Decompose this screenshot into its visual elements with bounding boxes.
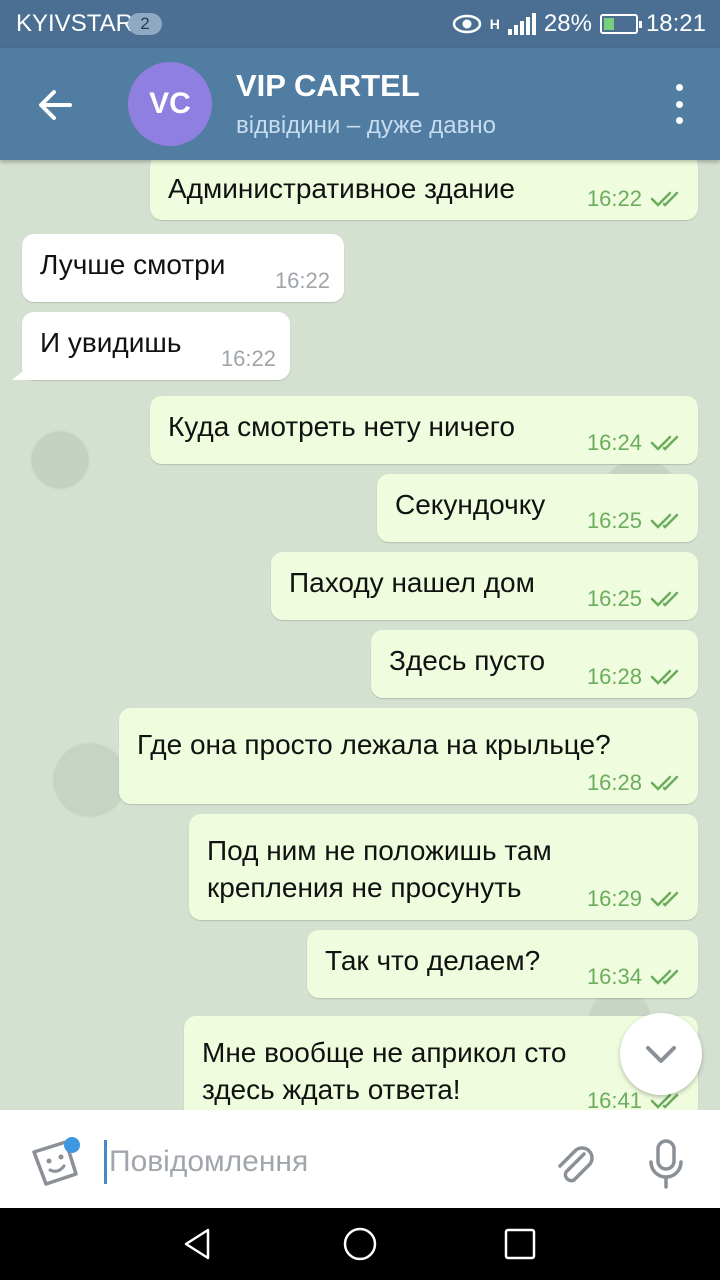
status-bar: KYIVSTAR 2 H 28% 18:21: [0, 0, 720, 48]
clock: 18:21: [645, 10, 706, 37]
double-check-icon: [650, 513, 679, 529]
system-nav-bar: [0, 1208, 720, 1280]
message-time: 16:34: [586, 964, 642, 989]
message-list[interactable]: Административное здание 16:22 Лучше смот…: [0, 160, 720, 1110]
message-time: 16:25: [586, 586, 642, 611]
double-check-icon: [650, 891, 679, 907]
message-time: 16:28: [586, 770, 642, 795]
microphone-icon[interactable]: [646, 1138, 686, 1190]
status-indicators: H 28% 18:21: [452, 10, 706, 38]
nav-recents-icon[interactable]: [502, 1226, 538, 1262]
scroll-down-button[interactable]: [620, 1013, 702, 1095]
message-bubble[interactable]: Административное здание 16:22: [150, 160, 698, 220]
message-text: Лучше смотри: [40, 249, 226, 280]
more-menu-icon[interactable]: [672, 84, 686, 124]
message-time: 16:25: [586, 508, 642, 533]
double-check-icon: [650, 969, 679, 985]
message-text: Так что делаем?: [325, 945, 541, 976]
double-check-icon: [650, 669, 679, 685]
message-text: И увидишь: [40, 327, 182, 358]
signal-icon: [507, 13, 536, 35]
message-bubble[interactable]: Секундочку 16:25: [377, 474, 698, 542]
double-check-icon: [650, 191, 679, 207]
chat-title[interactable]: VIP CARTEL: [236, 68, 420, 104]
message-bubble[interactable]: Лучше смотри 16:22: [22, 234, 344, 302]
message-text: Мне вообще не априкол сто здесь ждать от…: [202, 1037, 567, 1105]
attach-icon[interactable]: [550, 1140, 600, 1190]
message-time: 16:22: [274, 268, 330, 293]
message-text: Секундочку: [395, 489, 546, 520]
message-text: Где она просто лежала на крыльце?: [137, 729, 611, 760]
message-time: 16:22: [220, 346, 276, 371]
double-check-icon: [650, 591, 679, 607]
eye-icon: [452, 14, 482, 34]
message-time: 16:28: [586, 664, 642, 689]
message-text: Здесь пусто: [389, 645, 546, 676]
avatar[interactable]: VC: [128, 62, 212, 146]
message-bubble[interactable]: Так что делаем? 16:34: [307, 930, 698, 998]
message-text: Административное здание: [168, 173, 515, 204]
carrier-name: KYIVSTAR: [16, 10, 133, 37]
chevron-down-icon: [646, 1046, 676, 1063]
network-type: H: [489, 16, 500, 32]
message-input[interactable]: [104, 1140, 524, 1184]
message-bubble[interactable]: Паходу нашел дом 16:25: [271, 552, 698, 620]
message-time: 16:22: [586, 186, 642, 211]
double-check-icon: [650, 435, 679, 451]
message-bubble[interactable]: И увидишь 16:22: [22, 312, 290, 380]
nav-back-icon[interactable]: [180, 1226, 216, 1262]
message-bubble[interactable]: Здесь пусто 16:28: [371, 630, 698, 698]
battery-percent: 28%: [543, 10, 592, 37]
message-bubble[interactable]: Под ним не положишь там крепления не про…: [189, 814, 698, 920]
battery-icon: [599, 14, 642, 34]
sticker-icon[interactable]: [28, 1136, 82, 1190]
message-text: Паходу нашел дом: [289, 567, 535, 598]
message-bubble[interactable]: Где она просто лежала на крыльце? 16:28: [119, 708, 698, 804]
message-composer: [0, 1110, 720, 1208]
message-time: 16:29: [586, 886, 642, 911]
chat-header: VC VIP CARTEL відвідини – дуже давно: [0, 48, 720, 160]
message-text: Под ним не положишь там крепления не про…: [207, 835, 552, 903]
message-time: 16:24: [586, 430, 642, 455]
message-bubble[interactable]: Куда смотреть нету ничего 16:24: [150, 396, 698, 464]
double-check-icon: [650, 775, 679, 791]
sim-badge: 2: [128, 13, 162, 35]
nav-home-icon[interactable]: [342, 1226, 378, 1262]
message-text: Куда смотреть нету ничего: [168, 411, 515, 442]
last-seen-status: відвідини – дуже давно: [236, 112, 496, 139]
back-arrow-icon[interactable]: [30, 80, 80, 130]
